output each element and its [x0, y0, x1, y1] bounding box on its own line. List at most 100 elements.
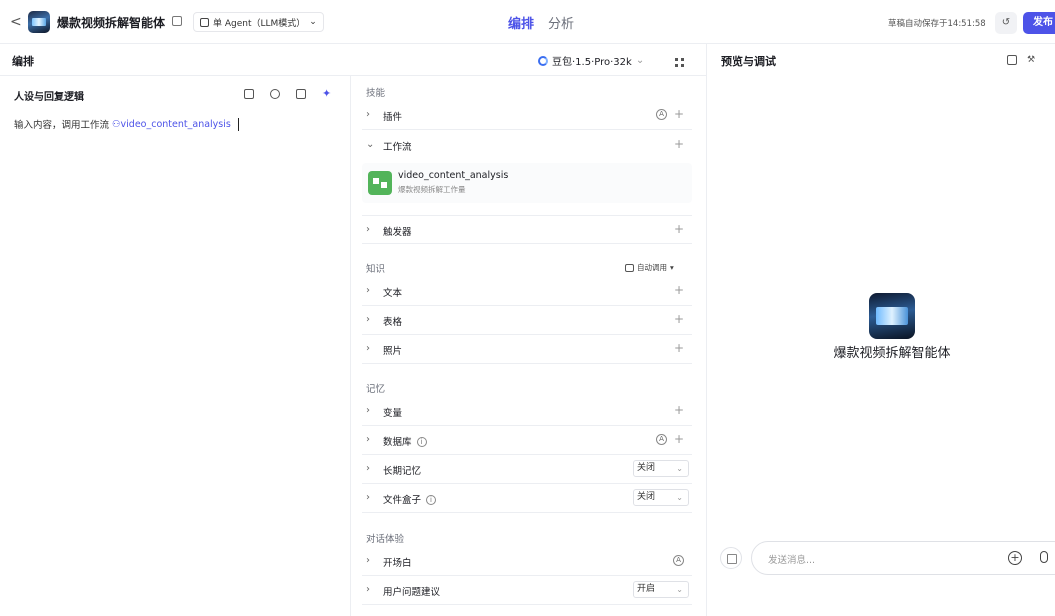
row-label: 插件 — [383, 112, 403, 123]
info-icon[interactable]: i — [416, 437, 427, 447]
auto-icon[interactable]: A — [656, 434, 667, 445]
row-suggestions[interactable]: › 用户问题建议 开启 ⌄ — [362, 576, 692, 605]
chevron-down-icon: ⌄ — [676, 493, 683, 502]
chevron-right-icon: › — [366, 343, 370, 354]
workflow-name: video_content_analysis — [398, 170, 509, 181]
add-attachment-icon[interactable]: + — [1008, 551, 1022, 565]
row-long-memory[interactable]: › 长期记忆 关闭 ⌄ — [362, 455, 692, 484]
chevron-right-icon: › — [366, 405, 370, 416]
section-knowledge: 知识 — [366, 264, 386, 275]
chevron-right-icon: › — [366, 463, 370, 474]
add-trigger-icon[interactable]: + — [674, 222, 684, 236]
auto-call-label: 自动调用 — [637, 263, 667, 272]
auto-icon[interactable]: A — [673, 555, 684, 566]
chevron-down-icon: ⌄ — [676, 585, 683, 594]
row-database[interactable]: › 数据库 i A + — [362, 426, 692, 455]
auto-call-select[interactable]: 自动调用 ▾ — [625, 262, 674, 273]
add-database-icon[interactable]: + — [674, 432, 684, 446]
tab-analysis[interactable]: 分析 — [548, 13, 574, 32]
layout-grid-icon[interactable] — [675, 58, 684, 67]
row-label: 变量 — [383, 408, 403, 419]
layout-icon[interactable] — [1007, 55, 1017, 65]
agent-avatar — [28, 11, 50, 33]
edit-icon[interactable] — [172, 16, 182, 26]
persona-prompt-input[interactable]: 输入内容，调用工作流 ⚇video_content_analysis — [14, 117, 239, 131]
row-variables[interactable]: › 变量 + — [362, 397, 692, 426]
row-label: 照片 — [383, 346, 403, 357]
preview-toolbar: ⚒ — [1007, 55, 1035, 65]
row-label: 长期记忆 — [383, 466, 422, 477]
preview-panel: 预览与调试 ⚒ 爆款视频拆解智能体 发送消息... + — [706, 44, 1055, 616]
row-label: 用户问题建议 — [383, 587, 441, 598]
expand-icon[interactable] — [296, 89, 306, 99]
model-logo-icon — [538, 55, 548, 66]
row-workflow[interactable]: ⌄ 工作流 + — [362, 131, 692, 160]
bot-name: 爆款视频拆解智能体 — [833, 346, 951, 361]
add-variable-icon[interactable]: + — [674, 403, 684, 417]
row-opener[interactable]: › 开场白 A — [362, 547, 692, 576]
chevron-right-icon: › — [366, 314, 370, 325]
chevron-right-icon: › — [366, 584, 370, 595]
skills-panel: 技能 › 插件 A + ⌄ 工作流 + video_content_analys… — [352, 76, 706, 616]
agent-mode-select[interactable]: 单 Agent（LLM模式） ⌄ — [193, 12, 324, 32]
workflow-reference[interactable]: ⚇video_content_analysis — [112, 119, 231, 130]
section-memory: 记忆 — [366, 384, 386, 395]
editor-toolbar: 编排 豆包·1.5·Pro·32k ⌄ — [0, 44, 706, 76]
model-select[interactable]: 豆包·1.5·Pro·32k ⌄ — [538, 53, 644, 68]
add-plugin-icon[interactable]: + — [674, 107, 684, 121]
model-label: 豆包·1.5·Pro·32k — [552, 57, 632, 68]
section-skills: 技能 — [366, 88, 386, 99]
workflow-item[interactable]: video_content_analysis 爆款视频拆解工作量 — [362, 163, 692, 203]
chevron-down-icon: ⌄ — [366, 139, 375, 150]
workflow-desc: 爆款视频拆解工作量 — [398, 185, 466, 194]
info-icon[interactable]: i — [426, 495, 437, 505]
chevron-right-icon: › — [366, 434, 370, 445]
microphone-icon[interactable] — [1040, 551, 1048, 563]
editor-title: 编排 — [12, 55, 34, 68]
suggestions-select[interactable]: 开启 ⌄ — [633, 581, 689, 598]
workflow-icon — [368, 171, 392, 195]
row-label: 触发器 — [383, 227, 412, 238]
add-text-icon[interactable]: + — [674, 283, 684, 297]
row-photo[interactable]: › 照片 + — [362, 335, 692, 364]
tab-arrange[interactable]: 编排 — [508, 13, 534, 32]
persona-title: 人设与回复逻辑 — [14, 92, 84, 103]
long-memory-select[interactable]: 关闭 ⌄ — [633, 460, 689, 477]
chevron-right-icon: › — [366, 224, 370, 235]
file-box-select[interactable]: 关闭 ⌄ — [633, 489, 689, 506]
text-cursor — [237, 117, 239, 131]
agent-mode-icon — [200, 17, 209, 27]
message-placeholder: 发送消息... — [768, 555, 816, 566]
row-text[interactable]: › 文本 + — [362, 277, 692, 306]
auto-icon[interactable]: A — [656, 109, 667, 120]
persona-toolbar: ✦ — [244, 88, 332, 99]
row-label: 文本 — [383, 288, 403, 299]
row-label: 数据库 i — [383, 434, 427, 448]
message-input[interactable]: 发送消息... + — [751, 541, 1055, 575]
top-header: < 爆款视频拆解智能体 单 Agent（LLM模式） ⌄ 编排 分析 草稿自动保… — [0, 0, 1055, 44]
row-file-box[interactable]: › 文件盒子 i 关闭 ⌄ — [362, 484, 692, 513]
bulb-icon[interactable] — [270, 89, 280, 99]
back-icon[interactable]: < — [10, 14, 24, 30]
ai-optimize-icon[interactable]: ✦ — [322, 88, 332, 99]
template-icon[interactable] — [244, 89, 254, 99]
add-photo-icon[interactable]: + — [674, 341, 684, 355]
row-triggers[interactable]: › 触发器 + — [362, 215, 692, 244]
row-table[interactable]: › 表格 + — [362, 306, 692, 335]
add-table-icon[interactable]: + — [674, 312, 684, 326]
history-button[interactable]: ↺ — [995, 12, 1017, 34]
row-plugins[interactable]: › 插件 A + — [362, 101, 692, 130]
caret-down-icon: ▾ — [670, 263, 674, 272]
section-dialog: 对话体验 — [366, 534, 405, 545]
autosave-status: 草稿自动保存于14:51:58 — [888, 19, 986, 29]
chevron-down-icon: ⌄ — [676, 464, 683, 473]
publish-button[interactable]: 发布 — [1023, 12, 1055, 34]
bot-avatar — [869, 293, 915, 339]
add-workflow-icon[interactable]: + — [674, 137, 684, 151]
clear-history-button[interactable] — [720, 547, 742, 569]
row-label: 表格 — [383, 317, 403, 328]
wrench-icon[interactable]: ⚒ — [1027, 55, 1035, 65]
chevron-right-icon: › — [366, 492, 370, 503]
main-tabs: 编排 分析 — [508, 13, 574, 32]
chevron-down-icon: ⌄ — [309, 17, 317, 27]
